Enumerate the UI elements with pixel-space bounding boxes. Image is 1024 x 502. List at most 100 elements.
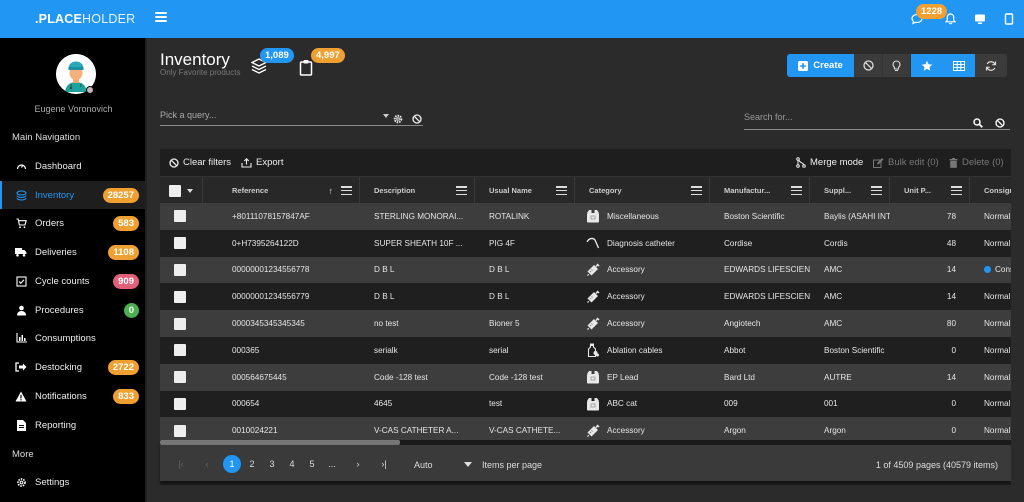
cell-consign: Normal <box>970 203 1011 230</box>
truck-icon <box>15 246 27 258</box>
column-header-unit-price[interactable]: Unit P... <box>890 177 970 204</box>
table-row[interactable]: 0000345345345345 no test Bioner 5 Accessory… <box>160 310 1011 337</box>
query-settings-icon[interactable] <box>393 111 403 124</box>
row-checkbox[interactable] <box>173 290 186 303</box>
cell-text: Miscellaneous <box>607 211 659 221</box>
cell-description: V-CAS CATHETER A... <box>360 417 475 440</box>
clear-filters-button[interactable]: Clear filters <box>169 157 231 168</box>
row-checkbox[interactable] <box>173 210 186 223</box>
user-medical-icon <box>15 304 27 316</box>
page-button[interactable]: 2 <box>243 455 261 473</box>
table-row[interactable]: 0+H7395264122D SUPER SHEATH 10F ... PIG 4F… <box>160 229 1011 257</box>
merge-mode-button[interactable]: Merge mode <box>796 157 863 168</box>
table-row[interactable]: 000654 4645 test ABC cat 009 001 0 Normal <box>160 390 1011 418</box>
sidebar-item-inventory[interactable]: Inventory 28257 <box>0 181 147 209</box>
column-menu-icon[interactable] <box>341 186 352 195</box>
column-menu-icon[interactable] <box>691 186 702 195</box>
column-header-reference[interactable]: Reference ↑ <box>203 177 360 204</box>
query-select[interactable]: Pick a query... <box>160 110 423 126</box>
page-button[interactable]: 1 <box>223 455 241 473</box>
search-clear-icon[interactable] <box>995 115 1005 128</box>
sidebar-item-cycle-counts[interactable]: Cycle counts 909 <box>0 267 147 295</box>
select-menu-caret-icon[interactable] <box>187 188 193 193</box>
sidebar-item-procedures[interactable]: Procedures 0 <box>0 296 147 324</box>
menu-toggle-icon[interactable] <box>155 12 167 24</box>
lightbulb-button[interactable] <box>883 54 911 77</box>
create-button[interactable]: Create <box>787 54 854 77</box>
favorites-toggle-button[interactable] <box>911 54 943 77</box>
column-header-manufacturer[interactable]: Manufactur... <box>710 177 810 204</box>
warning-icon <box>15 390 27 402</box>
table-row[interactable]: +80111078157847AF STERLING MONORAI... ROTA… <box>160 203 1011 230</box>
merge-icon <box>796 157 806 168</box>
bell-icon[interactable] <box>943 12 957 26</box>
row-checkbox[interactable] <box>173 344 186 357</box>
column-header-description[interactable]: Description <box>360 177 475 204</box>
row-checkbox[interactable] <box>173 263 186 276</box>
page-size-select[interactable]: Auto <box>414 460 433 470</box>
column-menu-icon[interactable] <box>556 186 567 195</box>
page-size-caret-icon[interactable] <box>464 462 472 467</box>
monitor-icon[interactable] <box>973 12 987 26</box>
ban-button[interactable] <box>854 54 883 77</box>
table-row[interactable]: 0010024221 V-CAS CATHETER A... V-CAS CATHE… <box>160 417 1011 440</box>
bulk-edit-button[interactable]: Bulk edit (0) <box>873 157 939 168</box>
row-checkbox[interactable] <box>173 237 186 250</box>
search-input[interactable] <box>744 112 954 122</box>
column-menu-icon[interactable] <box>951 186 962 195</box>
sidebar-item-destocking[interactable]: Destocking 2722 <box>0 353 147 381</box>
cell-text: Accessory <box>607 319 645 329</box>
export-button[interactable]: Export <box>241 157 283 168</box>
row-checkbox[interactable] <box>173 371 186 384</box>
cell-text: 000654 <box>232 399 260 409</box>
table-row[interactable]: 000564675445 Code -128 test Code -128 test… <box>160 363 1011 391</box>
cycle-counts-badge: 909 <box>113 273 139 289</box>
page-ellipsis[interactable]: ... <box>323 455 341 473</box>
select-all-column <box>160 177 203 204</box>
row-checkbox[interactable] <box>173 424 186 437</box>
column-header-consign[interactable]: Consign <box>970 177 1011 204</box>
sidebar-item-consumptions[interactable]: Consumptions <box>0 324 147 352</box>
refresh-button[interactable] <box>975 54 1007 77</box>
page-button[interactable]: 3 <box>263 455 281 473</box>
tablet-icon[interactable] <box>1002 12 1016 26</box>
sidebar-item-notifications[interactable]: Notifications 833 <box>0 382 147 410</box>
column-header-usual-name[interactable]: Usual Name <box>475 177 575 204</box>
row-checkbox[interactable] <box>173 317 186 330</box>
column-header-category[interactable]: Category <box>575 177 710 204</box>
cell-text: Accessory <box>607 426 645 436</box>
clipboard-icon[interactable] <box>299 59 315 77</box>
sort-asc-icon[interactable]: ↑ <box>329 186 334 196</box>
column-menu-icon[interactable] <box>871 186 882 195</box>
select-all-checkbox[interactable] <box>169 184 181 197</box>
sidebar-item-label: Orders <box>35 217 65 229</box>
grid-view-button[interactable] <box>943 54 975 77</box>
row-checkbox[interactable] <box>173 397 186 410</box>
sign-out-icon <box>15 361 27 373</box>
delete-button[interactable]: Delete (0) <box>949 157 1004 168</box>
cell-text: Bard Ltd <box>724 372 755 382</box>
cell-usual-name: serial <box>475 337 575 364</box>
column-menu-icon[interactable] <box>791 186 802 195</box>
sidebar-item-reporting[interactable]: Reporting <box>0 411 147 439</box>
cell-text: serialk <box>374 345 398 355</box>
cell-text: 0010024221 <box>232 426 278 436</box>
table-row[interactable]: 00000001234556778 D B L D B L Accessory EDWA… <box>160 256 1011 284</box>
sidebar-item-orders[interactable]: Orders 583 <box>0 209 147 237</box>
column-header-supplier[interactable]: Suppl... <box>810 177 890 204</box>
search-icon[interactable] <box>973 115 983 128</box>
prev-page-icon[interactable]: ‹ <box>198 455 216 473</box>
table-row[interactable]: 00000001234556779 D B L D B L Accessory EDWA… <box>160 283 1011 311</box>
sidebar-item-settings[interactable]: Settings <box>0 468 147 496</box>
page-button[interactable]: 4 <box>283 455 301 473</box>
last-page-icon[interactable]: ›| <box>375 455 393 473</box>
next-page-icon[interactable]: › <box>349 455 367 473</box>
query-clear-icon[interactable] <box>412 111 422 124</box>
sidebar-item-deliveries[interactable]: Deliveries 1108 <box>0 238 147 266</box>
brand-logo[interactable]: .PLACEHOLDER <box>35 12 135 26</box>
page-button[interactable]: 5 <box>303 455 321 473</box>
first-page-icon[interactable]: |‹ <box>172 455 190 473</box>
column-menu-icon[interactable] <box>456 186 467 195</box>
sidebar-item-dashboard[interactable]: Dashboard <box>0 152 147 180</box>
table-row[interactable]: 000365 serialk serial Ablation cables Abbot B… <box>160 337 1011 364</box>
